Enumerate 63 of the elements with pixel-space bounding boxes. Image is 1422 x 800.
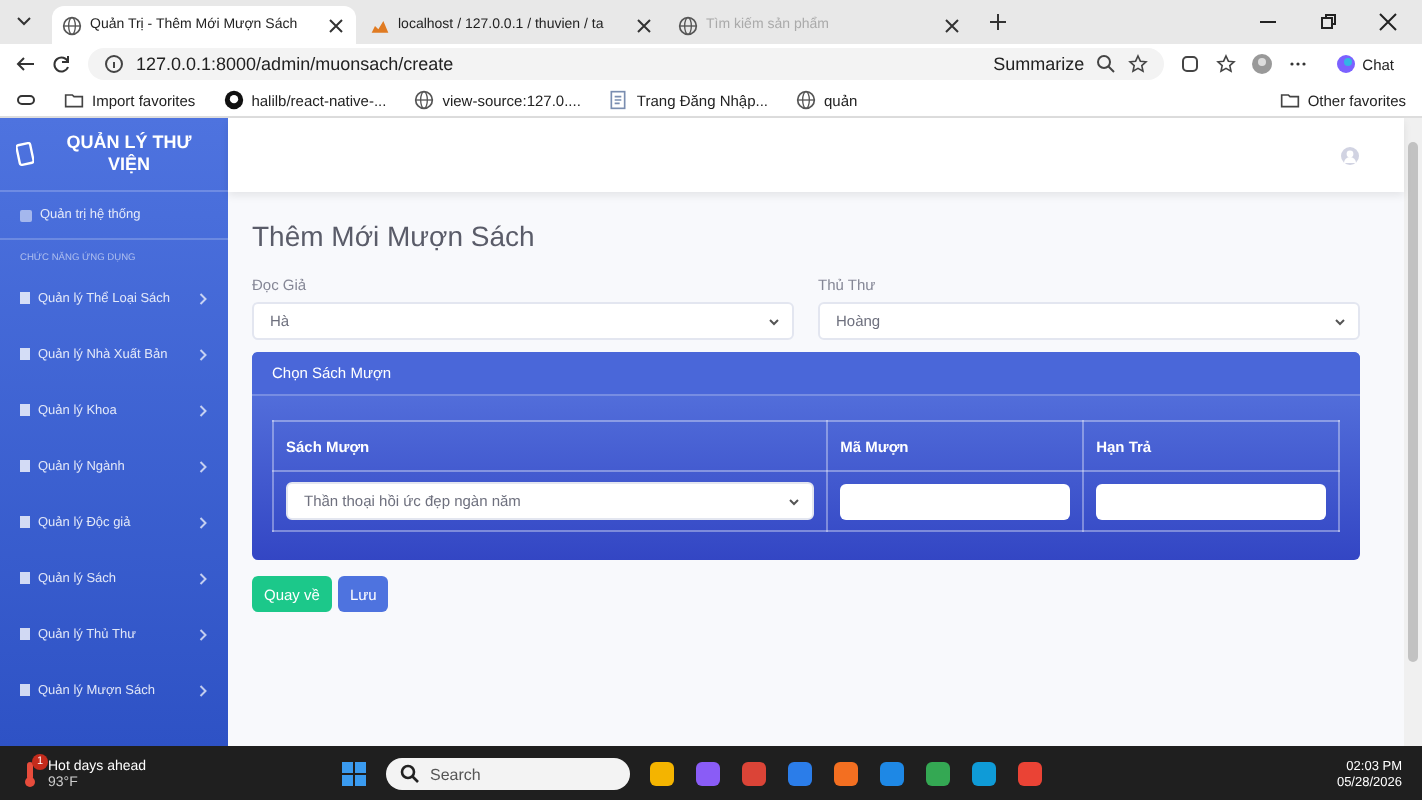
search-icon bbox=[400, 764, 420, 784]
dashboard-icon bbox=[20, 209, 32, 221]
caret-icon bbox=[1334, 315, 1346, 327]
caret-icon bbox=[788, 495, 801, 507]
page-icon bbox=[20, 516, 30, 528]
zoom-icon[interactable] bbox=[1096, 54, 1117, 74]
page-icon bbox=[20, 348, 30, 360]
thermometer-icon bbox=[20, 760, 40, 788]
folder-icon bbox=[64, 90, 84, 110]
favorites-icon[interactable] bbox=[1216, 54, 1237, 74]
sail-icon bbox=[370, 15, 390, 35]
page-title: Thêm Mới Mượn Sách bbox=[252, 220, 537, 252]
page-icon bbox=[20, 404, 30, 416]
brand-title[interactable]: QUẢN LÝ THƯ VIỆN bbox=[46, 131, 212, 177]
book-icon bbox=[16, 142, 34, 166]
globe-icon bbox=[62, 15, 82, 35]
app-icon[interactable] bbox=[970, 760, 998, 788]
chevron-icon bbox=[198, 627, 208, 641]
search-field[interactable]: Search bbox=[386, 758, 630, 790]
app-icon[interactable] bbox=[694, 760, 722, 788]
star-icon[interactable] bbox=[1128, 54, 1149, 74]
page-icon bbox=[20, 684, 30, 696]
avatar-icon[interactable] bbox=[1252, 54, 1273, 74]
back-icon[interactable] bbox=[16, 54, 36, 74]
caret-icon bbox=[768, 315, 780, 327]
app-icon[interactable] bbox=[740, 760, 768, 788]
folder-icon bbox=[1279, 90, 1300, 110]
chevron-icon bbox=[198, 459, 208, 473]
page-icon bbox=[608, 90, 629, 110]
chevron-icon bbox=[198, 291, 208, 305]
url-text: 127.0.0.1:8000/admin/muonsach/create bbox=[136, 54, 454, 74]
chevron-icon bbox=[198, 403, 208, 417]
close-icon[interactable] bbox=[326, 15, 346, 35]
scrollbar[interactable] bbox=[1408, 142, 1418, 662]
chevron-icon bbox=[198, 571, 208, 585]
new-tab-icon[interactable] bbox=[988, 12, 1008, 32]
page-icon bbox=[20, 628, 30, 640]
input-field[interactable] bbox=[1096, 483, 1326, 519]
restore-icon[interactable] bbox=[1318, 12, 1338, 32]
app-icon[interactable] bbox=[648, 760, 676, 788]
chevron-icon bbox=[198, 515, 208, 529]
globe-icon bbox=[414, 90, 435, 110]
globe-icon bbox=[796, 90, 817, 110]
close-icon[interactable] bbox=[1378, 12, 1398, 32]
chevron-icon bbox=[198, 683, 208, 697]
input-field[interactable] bbox=[840, 483, 1071, 519]
info-icon bbox=[104, 54, 124, 74]
chevron-icon bbox=[198, 347, 208, 361]
globe-icon bbox=[678, 15, 698, 35]
app-icon[interactable] bbox=[832, 760, 860, 788]
summarize-label[interactable]: Summarize bbox=[993, 54, 1085, 74]
start-icon[interactable] bbox=[340, 760, 368, 788]
app-icon[interactable] bbox=[924, 760, 952, 788]
close-icon[interactable] bbox=[634, 15, 654, 35]
address-bar[interactable]: 127.0.0.1:8000/admin/muonsach/create Summarize bbox=[88, 48, 1165, 80]
close-icon[interactable] bbox=[942, 15, 962, 35]
page-icon bbox=[20, 572, 30, 584]
app-icon[interactable] bbox=[1016, 760, 1044, 788]
reload-icon[interactable] bbox=[52, 54, 72, 74]
app-icon[interactable] bbox=[878, 760, 906, 788]
page-icon bbox=[20, 292, 30, 304]
app-icon[interactable] bbox=[786, 760, 814, 788]
page-icon bbox=[20, 460, 30, 472]
